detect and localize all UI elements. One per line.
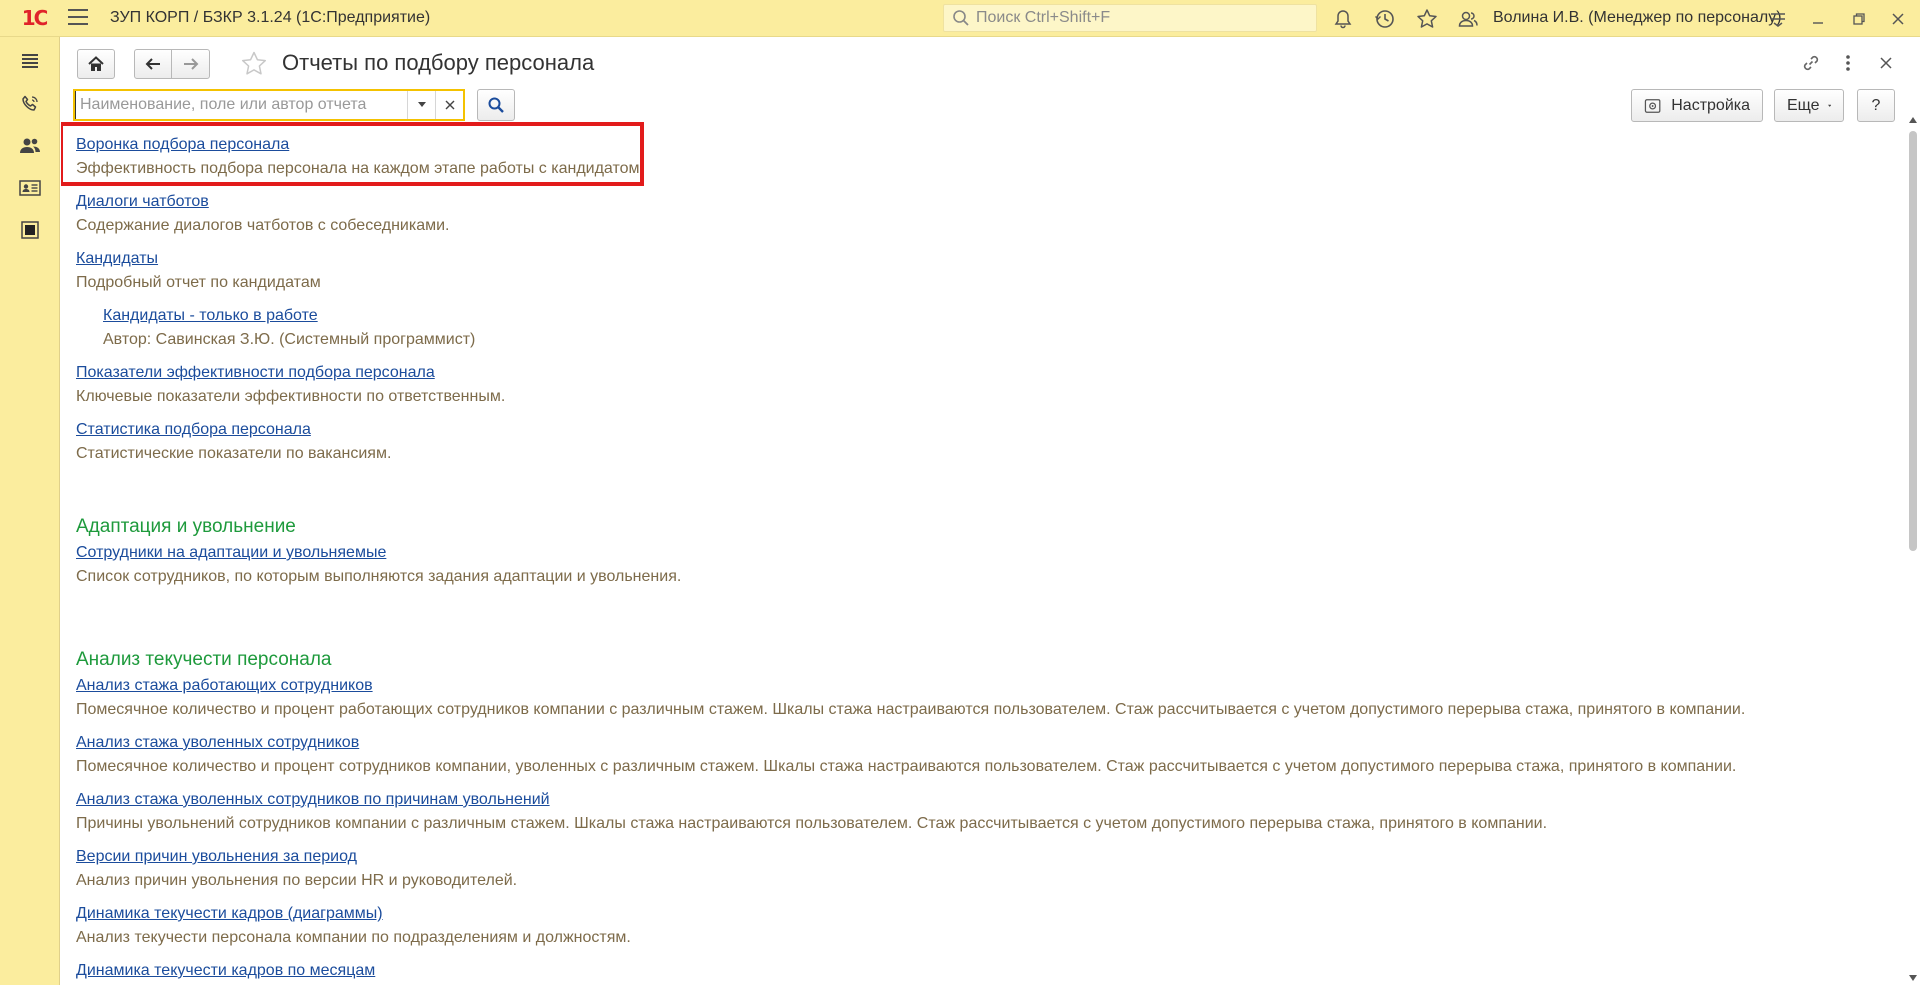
chevron-down-icon — [1827, 104, 1831, 107]
home-icon — [88, 56, 104, 71]
report-description: Помесячное количество и процент сотрудни… — [76, 758, 1737, 775]
window-menu-icon[interactable] — [1766, 7, 1790, 31]
history-icon[interactable] — [1373, 7, 1397, 31]
id-card-icon[interactable] — [18, 176, 42, 200]
report-link[interactable]: Воронка подбора персонала — [76, 136, 644, 154]
favorite-star-icon[interactable] — [239, 49, 269, 79]
report-description: Ключевые показатели эффективности по отв… — [76, 388, 506, 405]
report-link[interactable]: Кандидаты - только в работе — [103, 307, 475, 325]
search-history-dropdown[interactable] — [407, 91, 435, 119]
search-icon — [953, 10, 969, 26]
report-link[interactable]: Анализ стажа уволенных сотрудников по пр… — [76, 791, 1547, 809]
report-item: Показатели эффективности подбора персона… — [76, 364, 505, 406]
report-description: Анализ текучести персонала компании по п… — [76, 929, 631, 946]
report-link[interactable]: Кандидаты — [76, 250, 321, 268]
report-panel: Отчеты по подбору персонала Настройка Ещ… — [61, 37, 1920, 985]
restore-window-icon[interactable] — [1847, 7, 1871, 31]
report-item: Версии причин увольнения за период Анали… — [76, 848, 517, 890]
settings-label: Настройка — [1671, 96, 1750, 114]
home-button[interactable] — [77, 49, 115, 79]
close-form-icon[interactable] — [1874, 51, 1898, 75]
more-actions-icon[interactable] — [1836, 51, 1860, 75]
search-icon — [488, 97, 504, 113]
report-search-input[interactable] — [75, 91, 407, 119]
report-search-field[interactable] — [73, 89, 465, 121]
section-title: Анализ текучести персонала — [76, 649, 332, 670]
report-variant-item: Кандидаты - только в работе Автор: Савин… — [103, 307, 475, 349]
settings-icon — [1644, 98, 1661, 113]
forward-button[interactable] — [171, 49, 210, 79]
terminal-icon[interactable] — [18, 218, 42, 242]
report-description: Эффективность подбора персонала на каждо… — [76, 160, 644, 177]
arrow-right-icon — [183, 58, 198, 70]
report-link[interactable]: Динамика текучести кадров по месяцам — [76, 962, 375, 980]
main-menu-icon[interactable] — [68, 9, 88, 27]
more-label: Еще — [1787, 96, 1820, 114]
report-description: Список сотрудников, по которым выполняют… — [76, 568, 682, 585]
staff-icon[interactable] — [18, 134, 42, 158]
report-link[interactable]: Статистика подбора персонала — [76, 421, 391, 439]
help-button[interactable]: ? — [1857, 89, 1895, 122]
1c-logo[interactable]: 1С — [14, 6, 54, 30]
settings-button[interactable]: Настройка — [1631, 89, 1763, 122]
report-item: Анализ стажа работающих сотрудников Поме… — [76, 677, 1745, 719]
scroll-thumb[interactable] — [1909, 131, 1917, 551]
section-title: Адаптация и увольнение — [76, 516, 296, 537]
report-link[interactable]: Сотрудники на адаптации и увольняемые — [76, 544, 681, 562]
page-title: Отчеты по подбору персонала — [282, 50, 595, 75]
top-bar: 1С ЗУП КОРП / БЗКР 3.1.24 (1С:Предприяти… — [0, 0, 1920, 37]
report-description: Подробный отчет по кандидатам — [76, 274, 321, 291]
sections-menu-icon[interactable] — [18, 49, 42, 73]
report-link[interactable]: Версии причин увольнения за период — [76, 848, 517, 866]
favorites-star-icon[interactable] — [1415, 7, 1439, 31]
link-icon[interactable] — [1799, 51, 1823, 75]
current-user[interactable]: Волина И.В. (Менеджер по персоналу) — [1493, 9, 1782, 27]
report-item: Сотрудники на адаптации и увольняемые Сп… — [76, 544, 681, 586]
report-item: Воронка подбора персонала Эффективность … — [61, 122, 644, 186]
minimize-icon[interactable] — [1806, 7, 1830, 31]
search-button[interactable] — [477, 89, 515, 121]
report-item: Динамика текучести кадров по месяцам — [76, 962, 375, 980]
chevron-down-icon — [417, 102, 426, 107]
report-link[interactable]: Диалоги чатботов — [76, 193, 449, 211]
more-button[interactable]: Еще — [1774, 89, 1844, 122]
report-item: Кандидаты Подробный отчет по кандидатам — [76, 250, 321, 292]
report-description: Содержание диалогов чатботов с собеседни… — [76, 217, 450, 234]
report-item: Диалоги чатботов Содержание диалогов чат… — [76, 193, 449, 235]
global-search-input[interactable] — [976, 9, 1306, 27]
scroll-up-arrow[interactable] — [1909, 117, 1917, 123]
close-window-icon[interactable] — [1886, 7, 1910, 31]
report-description: Причины увольнений сотрудников компании … — [76, 815, 1548, 832]
report-link[interactable]: Анализ стажа работающих сотрудников — [76, 677, 1745, 695]
app-title: ЗУП КОРП / БЗКР 3.1.24 (1С:Предприятие) — [110, 9, 431, 26]
report-link[interactable]: Динамика текучести кадров (диаграммы) — [76, 905, 631, 923]
sections-sidebar — [0, 37, 60, 985]
clear-search-button[interactable] — [435, 91, 463, 119]
vertical-scrollbar[interactable] — [1906, 117, 1920, 985]
report-description: Статистические показатели по вакансиям. — [76, 445, 392, 462]
back-button[interactable] — [134, 49, 172, 79]
report-description: Анализ причин увольнения по версии HR и … — [76, 872, 518, 889]
phone-icon[interactable] — [18, 92, 42, 116]
global-search[interactable] — [943, 4, 1317, 32]
scroll-down-arrow[interactable] — [1909, 975, 1917, 981]
report-item: Анализ стажа уволенных сотрудников Помес… — [76, 734, 1736, 776]
report-link[interactable]: Анализ стажа уволенных сотрудников — [76, 734, 1736, 752]
report-item: Статистика подбора персонала Статистичес… — [76, 421, 391, 463]
arrow-left-icon — [145, 58, 160, 70]
clear-icon — [445, 100, 454, 110]
report-author: Автор: Савинская З.Ю. (Системный програм… — [103, 331, 476, 348]
report-description: Помесячное количество и процент работающ… — [76, 701, 1746, 718]
report-link[interactable]: Показатели эффективности подбора персона… — [76, 364, 505, 382]
report-item: Анализ стажа уволенных сотрудников по пр… — [76, 791, 1547, 833]
report-item: Динамика текучести кадров (диаграммы) Ан… — [76, 905, 631, 947]
bell-icon[interactable] — [1331, 7, 1355, 31]
users-icon[interactable] — [1456, 7, 1480, 31]
